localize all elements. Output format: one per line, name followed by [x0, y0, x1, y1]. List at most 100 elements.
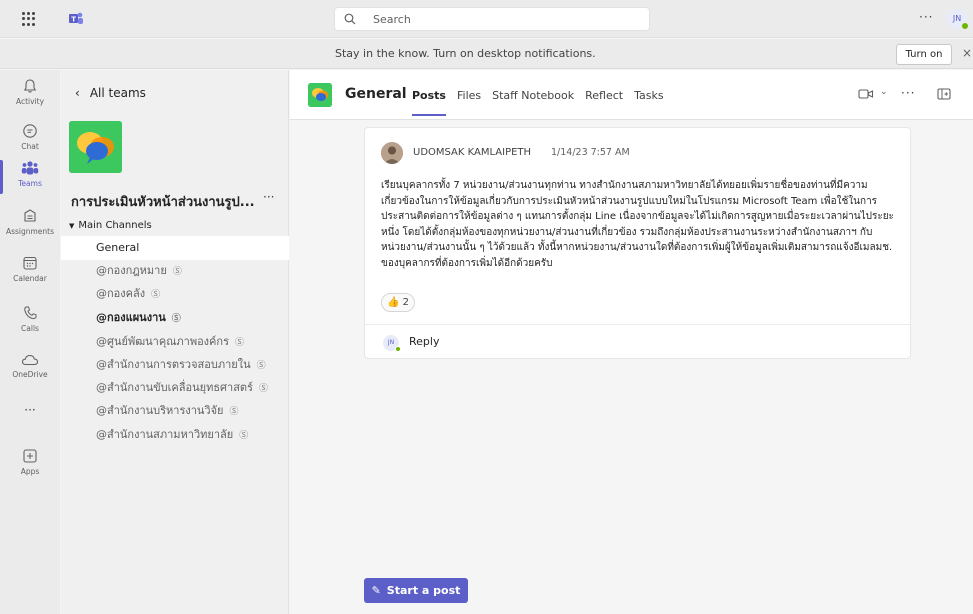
- all-teams-link[interactable]: ‹ All teams: [75, 86, 146, 100]
- channel-label: @ศูนย์พัฒนาคุณภาพองค์กร: [96, 335, 229, 348]
- private-channel-icon: Ⓢ: [229, 407, 239, 417]
- main-channels-section[interactable]: ▼ Main Channels: [69, 220, 152, 231]
- rail-item-assignments[interactable]: Assignments: [0, 208, 60, 236]
- channel-header: General Posts Files Staff Notebook Refle…: [290, 70, 973, 120]
- chevron-left-icon: ‹: [75, 86, 80, 100]
- rail-label-onedrive: OneDrive: [12, 370, 48, 379]
- rail-item-teams[interactable]: Teams: [0, 160, 60, 194]
- notification-banner: Stay in the know. Turn on desktop notifi…: [0, 39, 973, 69]
- cloud-icon: [21, 354, 39, 366]
- speech-bubbles-logo-icon: [308, 83, 332, 107]
- private-channel-icon: Ⓢ: [234, 338, 244, 348]
- caret-down-icon: ▼: [69, 222, 75, 230]
- channel-label: @สำนักงานขับเคลื่อนยุทธศาสตร์: [96, 381, 253, 394]
- rail-item-chat[interactable]: Chat: [0, 123, 60, 151]
- tab-staff-notebook[interactable]: Staff Notebook: [492, 89, 574, 102]
- channel-item[interactable]: @สำนักงานขับเคลื่อนยุทธศาสตร์ Ⓢ: [61, 376, 289, 400]
- post-body: เรียนบุคลากรทั้ง 7 หน่วยงาน/ส่วนงานทุกท่…: [381, 180, 894, 269]
- channel-title: General: [345, 86, 407, 102]
- channel-item[interactable]: @สำนักงานสภามหาวิทยาลัย Ⓢ: [61, 423, 289, 447]
- post-author[interactable]: UDOMSAK KAMLAIPETH: [413, 147, 531, 158]
- tab-tasks[interactable]: Tasks: [634, 89, 663, 102]
- search-placeholder: Search: [373, 13, 411, 26]
- phone-icon: [24, 306, 37, 320]
- private-channel-icon: Ⓢ: [171, 314, 181, 324]
- rail-label-calendar: Calendar: [13, 274, 47, 283]
- app-launcher-icon[interactable]: [22, 12, 36, 26]
- notification-message: Stay in the know. Turn on desktop notifi…: [335, 47, 596, 60]
- top-bar: T Search ··· JN: [0, 0, 973, 38]
- private-channel-icon: Ⓢ: [256, 361, 266, 371]
- chat-icon: [23, 124, 37, 138]
- bell-icon: [23, 79, 37, 93]
- rail-label-teams: Teams: [18, 179, 42, 188]
- like-reaction[interactable]: 👍 2: [381, 293, 415, 312]
- close-icon[interactable]: ×: [962, 46, 972, 60]
- divider: [365, 324, 910, 325]
- private-channel-icon: Ⓢ: [151, 290, 161, 300]
- rail-item-activity[interactable]: Activity: [0, 78, 60, 106]
- speech-bubbles-logo-icon: [69, 121, 122, 173]
- rail-item-calls[interactable]: Calls: [0, 305, 60, 333]
- channel-label: @กองกฎหมาย: [96, 264, 167, 277]
- team-more-icon[interactable]: ···: [263, 190, 274, 204]
- thumbs-up-icon: 👍: [386, 297, 400, 308]
- channel-item[interactable]: @สำนักงานบริหารงานวิจัย Ⓢ: [61, 399, 289, 423]
- channel-team-icon: [308, 83, 332, 107]
- private-channel-icon: Ⓢ: [258, 384, 268, 394]
- channel-general[interactable]: General: [61, 236, 289, 260]
- user-avatar[interactable]: JN: [947, 9, 969, 30]
- turn-on-button[interactable]: Turn on: [896, 44, 952, 65]
- presence-available-icon: [961, 22, 969, 30]
- calendar-icon: [23, 256, 37, 270]
- private-channel-icon: Ⓢ: [172, 267, 182, 277]
- tab-files[interactable]: Files: [457, 89, 481, 102]
- compose-icon: ✎: [371, 584, 381, 597]
- team-name[interactable]: การประเมินหัวหน้าส่วนงานรูป...: [71, 191, 261, 212]
- channel-label: @สำนักงานบริหารงานวิจัย: [96, 404, 224, 417]
- reply-avatar: JN: [383, 335, 401, 352]
- reply-initials: JN: [387, 339, 395, 346]
- video-camera-icon[interactable]: [858, 88, 874, 100]
- channel-item[interactable]: @กองกฎหมาย Ⓢ: [61, 259, 289, 283]
- rail-more-apps[interactable]: ···: [0, 403, 60, 417]
- channel-tabs: Posts Files Staff Notebook Reflect Tasks: [412, 89, 675, 116]
- channel-label: General: [96, 241, 140, 254]
- tab-reflect[interactable]: Reflect: [585, 89, 623, 102]
- channel-label: @สำนักงานสภามหาวิทยาลัย: [96, 428, 234, 441]
- svg-text:T: T: [71, 16, 76, 24]
- reaction-count: 2: [402, 297, 409, 308]
- rail-label-activity: Activity: [15, 97, 45, 106]
- reply-button[interactable]: Reply: [409, 335, 439, 348]
- channel-item[interactable]: @กองแผนงาน Ⓢ: [61, 306, 289, 330]
- more-options-icon[interactable]: ···: [919, 10, 933, 24]
- post-timestamp: 1/14/23 7:57 AM: [551, 147, 630, 158]
- rail-label-assignments: Assignments: [5, 227, 55, 236]
- assignments-icon: [24, 209, 36, 222]
- search-input[interactable]: Search: [334, 7, 650, 31]
- channel-item[interactable]: @ศูนย์พัฒนาคุณภาพองค์กร Ⓢ: [61, 330, 289, 354]
- channel-item[interactable]: @กองคลัง Ⓢ: [61, 282, 289, 306]
- channel-label: @สำนักงานการตรวจสอบภายใน: [96, 358, 251, 371]
- expand-conversation-icon[interactable]: [937, 88, 951, 100]
- chevron-down-icon[interactable]: ⌄: [880, 87, 888, 97]
- channel-item[interactable]: @สำนักงานการตรวจสอบภายใน Ⓢ: [61, 353, 289, 377]
- channel-label: @กองแผนงาน: [96, 311, 166, 324]
- rail-item-onedrive[interactable]: OneDrive: [0, 353, 60, 379]
- rail-item-apps[interactable]: Apps: [0, 448, 60, 476]
- channel-label: @กองคลัง: [96, 287, 146, 300]
- start-post-button[interactable]: ✎ Start a post: [364, 578, 468, 603]
- teams-icon: [21, 161, 39, 175]
- rail-label-chat: Chat: [21, 142, 39, 151]
- rail-item-calendar[interactable]: Calendar: [0, 255, 60, 283]
- teams-logo-icon: T: [69, 12, 83, 24]
- section-label: Main Channels: [78, 220, 152, 231]
- private-channel-icon: Ⓢ: [239, 431, 249, 441]
- author-avatar[interactable]: [381, 142, 403, 164]
- team-avatar: [69, 121, 122, 173]
- tab-posts[interactable]: Posts: [412, 89, 446, 116]
- all-teams-label: All teams: [89, 86, 146, 100]
- channel-main: General Posts Files Staff Notebook Refle…: [290, 70, 973, 614]
- more-options-icon[interactable]: ···: [901, 86, 915, 100]
- presence-available-icon: [395, 346, 401, 352]
